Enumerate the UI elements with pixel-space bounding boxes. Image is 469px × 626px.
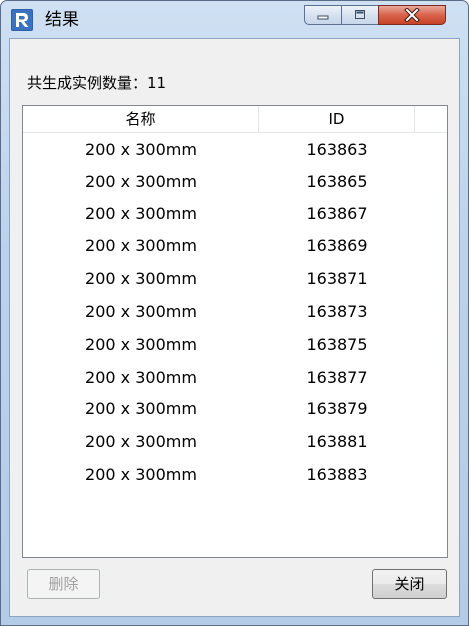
cell-id: 163881 <box>306 432 368 451</box>
column-header-id[interactable]: ID <box>259 106 415 132</box>
cell-name: 200 x 300mm <box>85 432 197 451</box>
close-window-button[interactable] <box>378 5 446 25</box>
cell-id: 163883 <box>306 465 368 484</box>
cell-name: 200 x 300mm <box>85 368 197 387</box>
column-header-name[interactable]: 名称 <box>23 106 259 132</box>
title-bar[interactable]: 结果 <box>1 1 468 38</box>
revit-icon <box>11 9 33 31</box>
close-button[interactable]: 关闭 <box>372 569 447 599</box>
cell-id: 163877 <box>306 368 368 387</box>
cell-id: 163865 <box>306 172 368 191</box>
cell-id: 163863 <box>306 140 368 159</box>
minimize-icon <box>317 15 329 20</box>
table-row[interactable]: 200 x 300mm 163867 <box>23 198 447 230</box>
table-row[interactable]: 200 x 300mm 163871 <box>23 263 447 295</box>
cell-name: 200 x 300mm <box>85 204 197 223</box>
window-title: 结果 <box>45 10 79 30</box>
table-row[interactable]: 200 x 300mm 163865 <box>23 166 447 198</box>
cell-name: 200 x 300mm <box>85 140 197 159</box>
cell-id: 163873 <box>306 302 368 321</box>
cell-id: 163879 <box>306 399 368 418</box>
table-row[interactable]: 200 x 300mm 163873 <box>23 296 447 328</box>
minimize-button[interactable] <box>304 5 342 25</box>
instance-count-label: 共生成实例数量：11 <box>27 74 167 92</box>
cell-name: 200 x 300mm <box>85 269 197 288</box>
table-row[interactable]: 200 x 300mm 163879 <box>23 393 447 425</box>
table-row[interactable]: 200 x 300mm 163883 <box>23 459 447 491</box>
maximize-icon <box>355 10 365 19</box>
result-dialog: 结果 共生成实例数量：11 名称 ID 200 x 300mm 163863 2… <box>0 0 469 626</box>
table-row[interactable]: 200 x 300mm 163863 <box>23 134 447 166</box>
maximize-button[interactable] <box>341 5 379 25</box>
cell-id: 163869 <box>306 236 368 255</box>
cell-name: 200 x 300mm <box>85 335 197 354</box>
dialog-body: 共生成实例数量：11 名称 ID 200 x 300mm 163863 200 … <box>9 38 460 617</box>
cell-name: 200 x 300mm <box>85 399 197 418</box>
cell-id: 163871 <box>306 269 368 288</box>
delete-button[interactable]: 删除 <box>27 569 100 599</box>
cell-name: 200 x 300mm <box>85 236 197 255</box>
cell-name: 200 x 300mm <box>85 172 197 191</box>
cell-id: 163867 <box>306 204 368 223</box>
table-row[interactable]: 200 x 300mm 163881 <box>23 426 447 458</box>
table-row[interactable]: 200 x 300mm 163877 <box>23 362 447 394</box>
result-table[interactable]: 名称 ID 200 x 300mm 163863 200 x 300mm 163… <box>22 105 448 558</box>
cell-id: 163875 <box>306 335 368 354</box>
table-row[interactable]: 200 x 300mm 163875 <box>23 329 447 361</box>
close-icon <box>404 8 420 22</box>
table-header: 名称 ID <box>23 106 447 133</box>
table-row[interactable]: 200 x 300mm 163869 <box>23 230 447 262</box>
cell-name: 200 x 300mm <box>85 302 197 321</box>
cell-name: 200 x 300mm <box>85 465 197 484</box>
